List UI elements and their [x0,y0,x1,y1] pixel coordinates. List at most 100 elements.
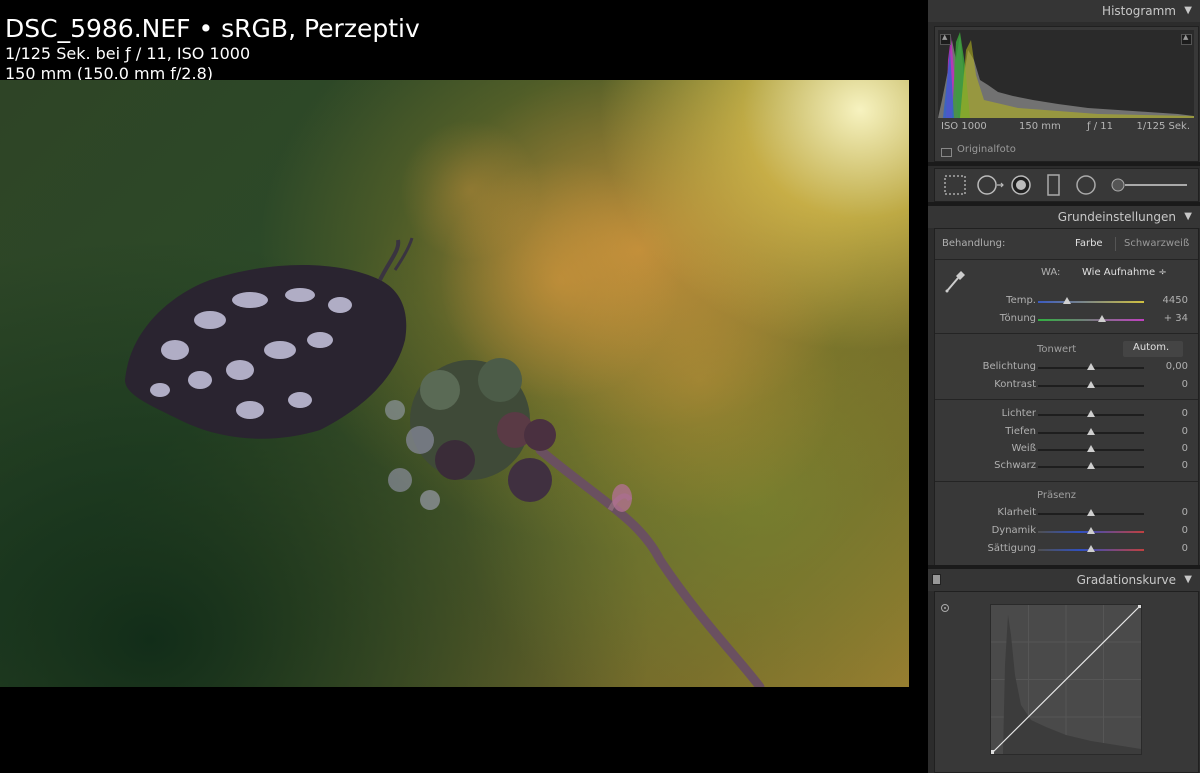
treatment-color-option[interactable]: Farbe [1075,238,1103,249]
temp-value[interactable]: 4450 [1163,295,1188,306]
crop-icon[interactable] [944,175,966,195]
whites-slider-thumb[interactable] [1087,445,1095,452]
collapse-triangle-icon[interactable]: ▼ [1184,211,1192,222]
histogram-title: Histogramm [1102,4,1176,18]
divider [928,162,1200,166]
tint-slider-thumb[interactable] [1098,315,1106,322]
eyedropper-icon[interactable] [943,265,969,295]
shadows-value[interactable]: 0 [1182,426,1188,437]
histo-focal: 150 mm [1019,121,1061,132]
histo-iso: ISO 1000 [941,121,987,132]
highlights-row: Lichter 0 [935,406,1198,424]
exposure-row: Belichtung 0,00 [935,359,1198,377]
auto-tone-label: Autom. [1133,342,1170,353]
divider [935,333,1198,334]
tint-value[interactable]: + 34 [1164,313,1188,324]
temp-row: Temp. 4450 [935,293,1198,311]
histo-aperture: ƒ / 11 [1087,121,1113,132]
saturation-value[interactable]: 0 [1182,543,1188,554]
treatment-separator [1115,237,1116,251]
curve-title: Gradationskurve [1076,573,1176,587]
highlight-clip-toggle[interactable]: ▲ [1181,33,1192,45]
presence-label: Präsenz [1037,490,1077,501]
collapse-triangle-icon[interactable]: ▼ [1184,574,1192,585]
wb-select[interactable]: Wie Aufnahme ÷ [1082,267,1167,278]
shadows-label: Tiefen [1005,426,1036,437]
tint-slider[interactable] [1038,319,1144,321]
exposure-label: Belichtung [982,361,1036,372]
exposure-slider-thumb[interactable] [1087,363,1095,370]
curve-header[interactable]: Gradationskurve ▼ [928,569,1200,591]
treatment-bw-option[interactable]: Schwarzweiß [1124,238,1189,249]
treatment-label: Behandlung: [942,238,1006,249]
adjustment-brush-icon[interactable] [1111,178,1187,192]
blacks-value[interactable]: 0 [1182,460,1188,471]
divider [935,259,1198,260]
whites-label: Weiß [1011,443,1036,454]
exposure-value[interactable]: 0,00 [1166,361,1188,372]
photo-info-overlay: DSC_5986.NEF • sRGB, Perzeptiv 1/125 Sek… [5,14,420,84]
highlights-label: Lichter [1001,408,1036,419]
temp-label: Temp. [1006,295,1036,306]
tone-curve-panel [934,591,1199,773]
highlights-value[interactable]: 0 [1182,408,1188,419]
red-eye-icon[interactable] [1011,175,1031,195]
temp-slider-thumb[interactable] [1063,297,1071,304]
shadows-slider-thumb[interactable] [1087,428,1095,435]
blacks-row: Schwarz 0 [935,458,1198,476]
tint-row: Tönung + 34 [935,311,1198,329]
contrast-value[interactable]: 0 [1182,379,1188,390]
histo-shutter: 1/125 Sek. [1136,121,1190,132]
blacks-label: Schwarz [994,460,1036,471]
tone-label: Tonwert [1037,344,1077,355]
photo-preview[interactable] [0,80,909,687]
saturation-row: Sättigung 0 [935,541,1198,559]
wb-label: WA: [1041,267,1061,278]
clarity-row: Klarheit 0 [935,505,1198,523]
spot-removal-icon[interactable] [977,175,1004,195]
shadows-row: Tiefen 0 [935,424,1198,442]
basic-title: Grundeinstellungen [1057,210,1176,224]
clarity-label: Klarheit [997,507,1036,518]
divider [935,399,1198,400]
tone-curve-graph[interactable] [990,604,1142,755]
highlights-slider-thumb[interactable] [1087,410,1095,417]
saturation-slider-thumb[interactable] [1087,545,1095,552]
graduated-filter-icon[interactable] [1047,174,1060,196]
histogram-header[interactable]: Histogramm ▼ [928,0,1200,22]
target-adjust-icon[interactable] [940,603,950,613]
contrast-slider-thumb[interactable] [1087,381,1095,388]
blacks-slider-thumb[interactable] [1087,462,1095,469]
image-area: DSC_5986.NEF • sRGB, Perzeptiv 1/125 Sek… [0,0,928,773]
vibrance-label: Dynamik [991,525,1036,536]
panel-toggle-icon[interactable] [932,574,941,585]
right-panel: Histogramm ▼ ▲ ▲ ISO 1000 150 mm ƒ / 11 … [928,0,1200,773]
clarity-slider-thumb[interactable] [1087,509,1095,516]
tool-strip [934,168,1199,202]
exposure-info: 1/125 Sek. bei ƒ / 11, ISO 1000 [5,44,251,63]
contrast-row: Kontrast 0 [935,377,1198,395]
radial-filter-icon[interactable] [1076,175,1096,195]
saturation-label: Sättigung [987,543,1036,554]
vibrance-row: Dynamik 0 [935,523,1198,541]
shadow-clip-toggle[interactable]: ▲ [940,33,951,45]
temp-slider[interactable] [1038,301,1144,303]
basic-panel: Behandlung: Farbe Schwarzweiß WA: Wie Au… [934,228,1199,567]
basic-header[interactable]: Grundeinstellungen ▼ [928,206,1200,228]
file-info: DSC_5986.NEF • sRGB, Perzeptiv [5,14,420,43]
histogram-panel[interactable]: ▲ ▲ ISO 1000 150 mm ƒ / 11 1/125 Sek. Or… [934,26,1199,162]
vibrance-slider-thumb[interactable] [1087,527,1095,534]
collapse-triangle-icon[interactable]: ▼ [1184,5,1192,16]
tint-label: Tönung [999,313,1036,324]
auto-tone-button[interactable]: Autom. [1123,341,1183,357]
histogram-graph[interactable]: ▲ ▲ [938,30,1194,118]
contrast-label: Kontrast [994,379,1036,390]
whites-row: Weiß 0 [935,441,1198,459]
divider [935,481,1198,482]
original-photo-label: Originalfoto [957,144,1016,155]
histogram-curve [938,32,1194,118]
whites-value[interactable]: 0 [1182,443,1188,454]
vibrance-value[interactable]: 0 [1182,525,1188,536]
clarity-value[interactable]: 0 [1182,507,1188,518]
original-photo-checkbox[interactable] [941,148,952,157]
